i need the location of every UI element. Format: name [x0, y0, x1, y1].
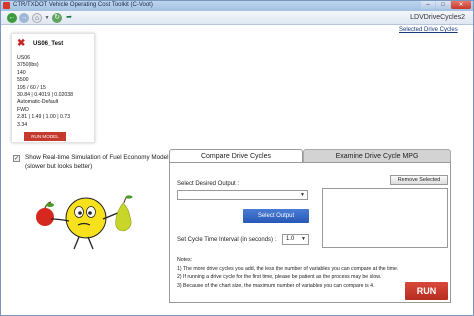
detail-line: 3750(lbs) [17, 62, 39, 69]
app-name-label: LDVDriveCycles2 [410, 14, 465, 21]
title-bar: CTR/TXDOT Vehicle Operating Cost Toolkit… [1, 1, 473, 11]
time-interval-label: Set Cycle Time Interval (in seconds) : [177, 237, 277, 243]
apple-icon [36, 201, 54, 226]
realtime-simulation-checkbox[interactable]: ✓ [13, 155, 20, 162]
app-logo-icon [3, 2, 10, 9]
home-icon[interactable]: ⌂ [32, 13, 42, 23]
output-dropdown[interactable]: ▼ [177, 190, 308, 200]
close-button[interactable]: ✕ [451, 1, 471, 9]
detail-line: 3.34 [17, 121, 28, 128]
back-arrow-icon[interactable]: ← [7, 13, 17, 23]
drive-cycle-card: ✖ US06_Test US06 3750(lbs) 140 5500 195 … [11, 33, 95, 143]
detail-line: US06 [17, 55, 30, 61]
remove-cycle-icon[interactable]: ✖ [17, 38, 25, 49]
export-icon[interactable]: ➦ [64, 13, 74, 23]
notes-text: Notes: 1) The more drive cycles you add,… [177, 256, 407, 290]
selected-drive-cycles-link[interactable]: Selected Drive Cycles [399, 27, 458, 33]
detail-line: FWD [17, 106, 29, 113]
history-dropdown-icon[interactable]: ▼ [44, 13, 50, 23]
pear-icon [115, 195, 133, 232]
chevron-down-icon: ▼ [300, 192, 305, 198]
detail-line: 5500 [17, 77, 29, 84]
time-interval-select[interactable]: 1.0 ▼ [282, 234, 309, 245]
notes-heading: Notes: [177, 257, 192, 263]
navigation-toolbar: ← → ⌂ ▼ ↻ ➦ LDVDriveCycles2 [1, 11, 473, 25]
select-output-label: Select Desired Output : [177, 181, 240, 187]
fuel-mascot-illustration [36, 195, 133, 250]
chevron-down-icon: ▼ [301, 236, 306, 242]
time-interval-value: 1.0 [286, 236, 295, 242]
drive-cycle-name: US06_Test [33, 41, 64, 47]
run-model-button[interactable]: RUN MODEL [24, 132, 66, 141]
selected-outputs-list[interactable] [322, 188, 448, 248]
note-line: 1) The more drive cycles you add, the le… [177, 265, 399, 272]
run-button[interactable]: RUN [405, 282, 448, 300]
window-title: CTR/TXDOT Vehicle Operating Cost Toolkit… [13, 2, 153, 8]
minimize-button[interactable]: – [421, 1, 435, 9]
compare-panel: Select Desired Output : ▼ Select Output … [169, 162, 451, 303]
detail-line: 2.81 | 1.49 | 1.00 | 0.73 [17, 114, 71, 121]
app-window: CTR/TXDOT Vehicle Operating Cost Toolkit… [0, 0, 474, 316]
realtime-simulation-label: Show Real-time Simulation of Fuel Econom… [25, 154, 169, 170]
maximize-button[interactable]: □ [436, 1, 450, 9]
remove-selected-button[interactable]: Remove Selected [390, 175, 448, 185]
smiley-face-icon [50, 197, 121, 250]
select-output-button[interactable]: Select Output [243, 209, 309, 223]
refresh-icon[interactable]: ↻ [52, 13, 62, 23]
detail-line: Automatic-Default [17, 99, 59, 106]
note-line: 2) If running a drive cycle for the firs… [177, 274, 382, 281]
tab-compare-drive-cycles[interactable]: Compare Drive Cycles [169, 149, 303, 163]
detail-line: 140 [17, 69, 26, 76]
tab-examine-drive-cycle-mpg[interactable]: Examine Drive Cycle MPG [303, 149, 451, 163]
detail-line: 195 / 60 / 15 [17, 84, 46, 91]
note-line: 3) Because of the chart size, the maximu… [177, 282, 375, 289]
forward-arrow-icon[interactable]: → [19, 13, 29, 23]
detail-line: 30.84 | 0.4019 | 0.02038 [17, 92, 74, 99]
drive-cycle-details: US06 3750(lbs) 140 5500 195 / 60 / 15 30… [17, 55, 73, 129]
